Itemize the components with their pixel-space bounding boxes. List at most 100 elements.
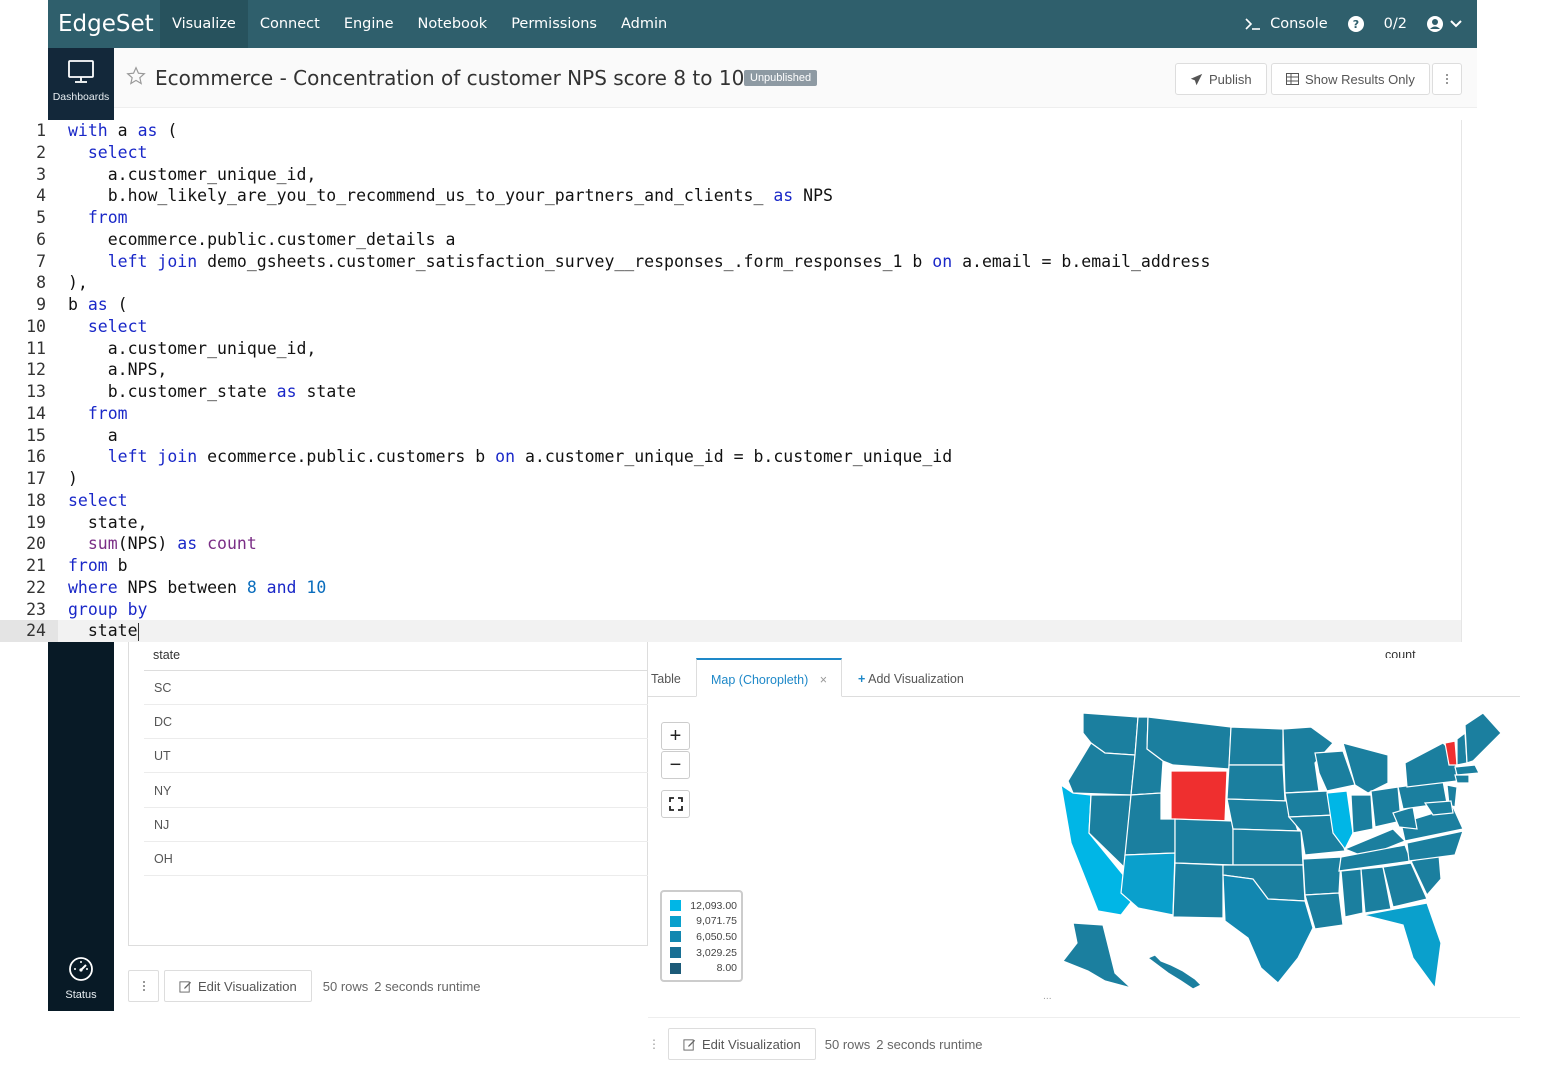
status-badge: Unpublished (744, 70, 818, 86)
table-row[interactable]: NJ (144, 808, 649, 842)
legend-swatch (670, 947, 681, 959)
tab-map-choropleth[interactable]: Map (Choropleth) × (696, 658, 843, 697)
map-legend: 12,093.00 9,071.75 6,050.50 3,029.25 8.0… (660, 890, 743, 982)
kebab-icon (1446, 74, 1448, 84)
user-menu[interactable] (1427, 16, 1463, 32)
state-nd (1228, 726, 1284, 766)
close-tab-icon[interactable]: × (820, 673, 827, 687)
table-row[interactable]: NY (144, 774, 649, 808)
console-label: Console (1270, 16, 1328, 32)
state-ut (1124, 792, 1176, 856)
line-number: 7 (36, 251, 46, 271)
svg-text:?: ? (1352, 18, 1358, 31)
show-results-only-button[interactable]: Show Results Only (1271, 63, 1430, 95)
user-avatar-icon (1427, 16, 1443, 32)
code-line: a.customer_unique_id, (107, 338, 317, 358)
sidebar-item-dashboards[interactable]: Dashboards (48, 48, 114, 120)
help-button[interactable]: ? (1347, 16, 1364, 32)
edit-icon (179, 980, 192, 993)
sidebar-label-status: Status (65, 989, 97, 1001)
help-icon: ? (1347, 16, 1364, 32)
line-number: 17 (26, 469, 46, 488)
code-line: from (87, 208, 128, 227)
gauge-icon (69, 957, 93, 981)
add-visualization-button[interactable]: + Add Visualization (858, 658, 964, 697)
code-line: b.how_likely_are_you_to_recommend_us_to_… (107, 186, 833, 206)
nav-visualize[interactable]: Visualize (160, 0, 248, 48)
us-choropleth-map[interactable]: ... (1043, 703, 1513, 1003)
nav-engine[interactable]: Engine (332, 0, 406, 48)
code-line: left join demo_gsheets.customer_satisfac… (107, 251, 1211, 271)
code-line: select (87, 316, 148, 336)
star-icon[interactable] (126, 66, 146, 86)
table-row[interactable]: DC (144, 705, 649, 739)
state-md (1423, 800, 1454, 816)
line-number: 10 (26, 316, 46, 336)
code-line: a.NPS, (107, 360, 168, 380)
table-row[interactable]: OH (144, 842, 649, 876)
tab-table[interactable]: Table (651, 658, 681, 697)
zoom-in-button[interactable]: + (661, 722, 690, 750)
table-icon (1286, 73, 1299, 85)
state-hi (1146, 954, 1203, 990)
sidebar-item-status[interactable]: Status (48, 956, 114, 1001)
nav-admin[interactable]: Admin (609, 0, 679, 48)
code-line: b.customer_state as state (107, 382, 357, 401)
line-number: 22 (26, 577, 46, 597)
table-row[interactable]: UT (144, 739, 649, 773)
runtime: 2 seconds runtime (374, 978, 481, 994)
viz-edit-visualization-button[interactable]: Edit Visualization (668, 1028, 816, 1060)
add-visualization-label: Add Visualization (868, 672, 964, 686)
sql-editor[interactable]: 1 2 3 4 5 6 7 8 9 10 11 12 13 14 15 16 1… (0, 120, 1462, 642)
code-area[interactable]: with a as ( select a.customer_unique_id,… (58, 120, 1462, 642)
results-footer: Edit Visualization 50 rows 2 seconds run… (128, 970, 481, 1002)
legend-item: 3,029.25 (670, 945, 741, 961)
line-number: 8 (36, 273, 46, 293)
console-button[interactable]: Console (1244, 16, 1328, 32)
legend-item: 6,050.50 (670, 929, 741, 945)
line-number: 15 (26, 425, 46, 445)
code-line: left join ecommerce.public.customers b o… (107, 447, 953, 467)
viz-tabs: Table Map (Choropleth) × + Add Visualiza… (648, 658, 1520, 697)
state-ct (1454, 774, 1470, 784)
line-number: 13 (26, 382, 46, 401)
viz-menu-button[interactable]: ⋮ (648, 1037, 660, 1051)
fullscreen-icon (668, 797, 683, 811)
publish-button[interactable]: Publish (1175, 63, 1267, 95)
line-number: 16 (26, 447, 46, 467)
line-number: 4 (36, 186, 46, 206)
edit-visualization-button[interactable]: Edit Visualization (164, 970, 312, 1002)
edit-icon (683, 1038, 696, 1051)
line-number: 9 (36, 295, 46, 314)
code-line: select (87, 142, 148, 162)
nav-connect[interactable]: Connect (248, 0, 332, 48)
line-number: 1 (36, 121, 46, 140)
state-ak (1062, 922, 1132, 989)
task-counter[interactable]: 0/2 (1384, 16, 1407, 32)
line-number: 12 (26, 360, 46, 380)
edit-visualization-label: Edit Visualization (198, 978, 297, 994)
terminal-icon (1245, 18, 1261, 30)
line-number: 6 (36, 229, 46, 249)
code-line: a.customer_unique_id, (107, 164, 317, 184)
results-menu-button[interactable] (128, 970, 159, 1002)
line-gutter: 1 2 3 4 5 6 7 8 9 10 11 12 13 14 15 16 1… (0, 120, 58, 642)
state-ms (1340, 868, 1364, 918)
monitor-icon (68, 60, 94, 83)
zoom-out-button[interactable]: − (661, 751, 690, 779)
state-ma (1454, 764, 1480, 776)
code-line: ) (68, 469, 78, 488)
brand-logo[interactable]: EdgeSet (48, 11, 160, 37)
nav-permissions[interactable]: Permissions (499, 0, 609, 48)
table-row[interactable]: SC (144, 671, 649, 705)
nav-notebook[interactable]: Notebook (406, 0, 500, 48)
text-cursor (137, 622, 139, 641)
fullscreen-button[interactable] (661, 790, 690, 818)
more-options-button[interactable] (1432, 63, 1462, 95)
legend-swatch (670, 931, 681, 943)
legend-item: 12,093.00 (670, 898, 741, 914)
plus-icon: + (858, 672, 866, 686)
state-wy (1170, 770, 1228, 822)
code-line-current: state (58, 620, 1462, 642)
column-header-state[interactable]: state (153, 648, 180, 662)
